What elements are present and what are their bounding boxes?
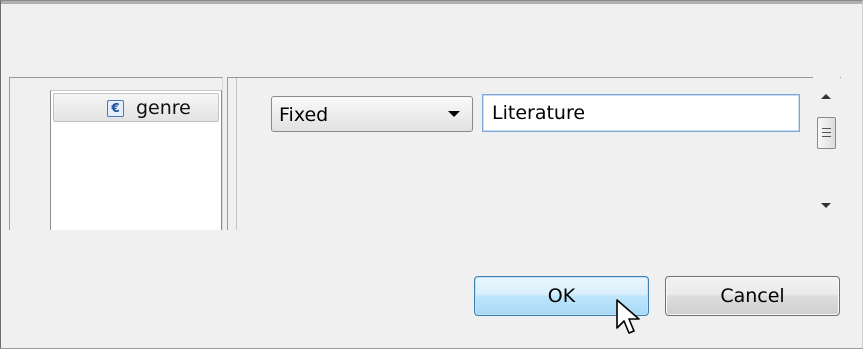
grip-line	[822, 136, 831, 137]
scroll-thumb[interactable]	[817, 117, 836, 149]
enum-icon: €	[107, 100, 124, 117]
scroll-up-arrow-icon[interactable]	[821, 94, 831, 99]
mode-select-value: Fixed	[279, 104, 329, 126]
field-list-pane: € genre	[9, 77, 223, 230]
value-editor-inner: Fixed	[236, 78, 837, 230]
dialog-window: € genre Fixed OK Cancel	[0, 0, 863, 349]
chevron-down-icon	[448, 111, 460, 117]
grip-line	[822, 128, 831, 129]
cancel-button[interactable]: Cancel	[665, 276, 840, 316]
mode-select[interactable]: Fixed	[271, 96, 473, 132]
dialog-top-edge	[1, 1, 862, 4]
list-item-label: genre	[136, 97, 191, 119]
mouse-pointer-icon	[616, 299, 640, 334]
scroll-down-arrow-icon[interactable]	[821, 203, 831, 208]
list-item-genre[interactable]: € genre	[53, 93, 219, 122]
vertical-scrollbar[interactable]	[813, 77, 840, 229]
value-input[interactable]	[482, 94, 800, 132]
grip-line	[822, 132, 831, 133]
field-list: € genre	[50, 90, 222, 230]
value-editor-pane: Fixed	[227, 77, 841, 230]
